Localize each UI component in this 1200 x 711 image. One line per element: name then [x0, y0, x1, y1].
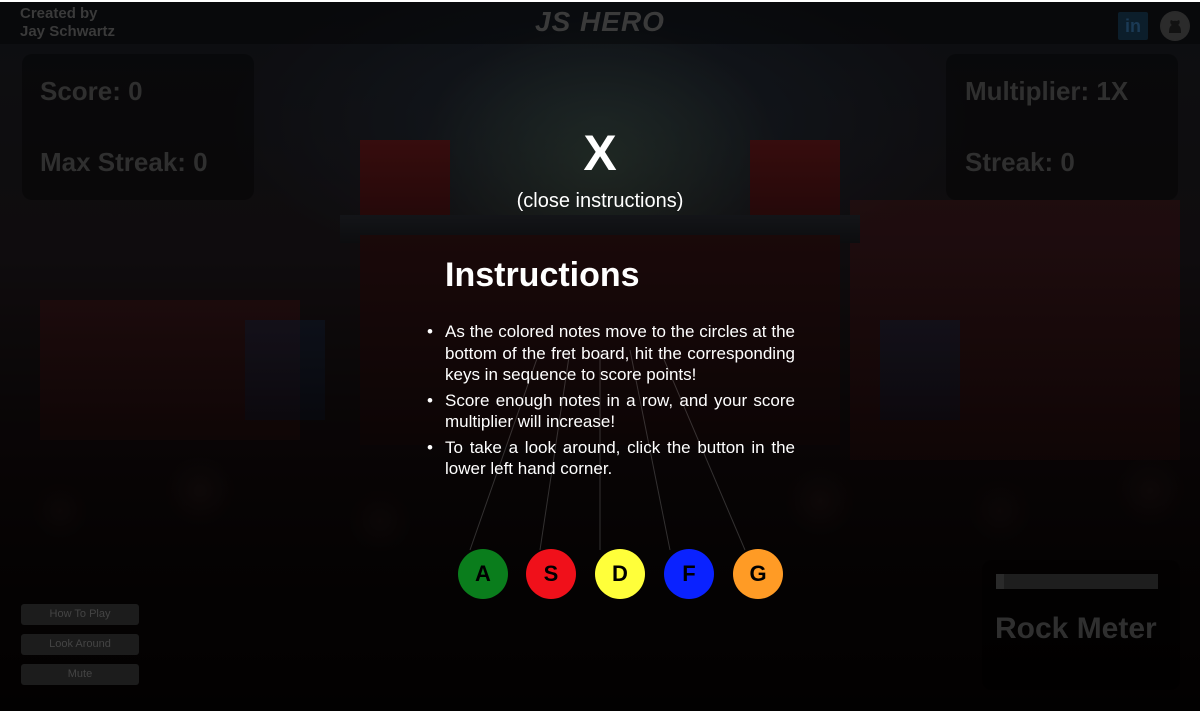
instruction-item: • To take a look around, click the button… — [427, 437, 795, 480]
instruction-text: Score enough notes in a row, and your sc… — [445, 390, 795, 432]
key-f-circle[interactable]: F — [664, 549, 714, 599]
key-s-circle[interactable]: S — [526, 549, 576, 599]
instruction-item: • As the colored notes move to the circle… — [427, 321, 795, 386]
instructions-title: Instructions — [445, 256, 640, 294]
instructions-list: • As the colored notes move to the circle… — [427, 321, 795, 484]
key-a-circle[interactable]: A — [458, 549, 508, 599]
bullet: • — [427, 437, 433, 457]
close-instructions-link[interactable]: (close instructions) — [0, 190, 1200, 213]
close-instructions-button[interactable]: X — [0, 125, 1200, 181]
key-g-circle[interactable]: G — [733, 549, 783, 599]
bullet: • — [427, 390, 433, 410]
instruction-text: As the colored notes move to the circles… — [445, 322, 795, 384]
instruction-text: To take a look around, click the button … — [445, 437, 795, 479]
bullet: • — [427, 322, 433, 341]
instruction-item: • Score enough notes in a row, and your s… — [427, 390, 795, 433]
key-d-circle[interactable]: D — [595, 549, 645, 599]
